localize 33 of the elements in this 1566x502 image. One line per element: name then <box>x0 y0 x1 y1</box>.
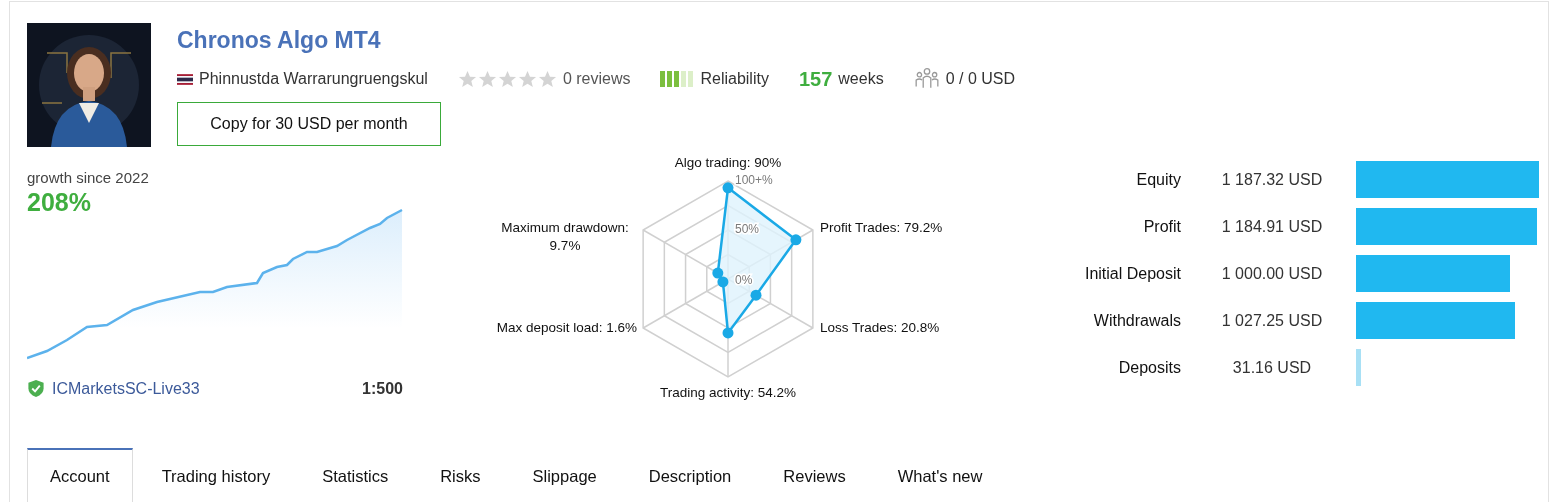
axis-label: Trading activity: 54.2% <box>659 385 797 400</box>
axis-label: Loss Trades: 20.8% <box>820 320 940 335</box>
tab[interactable]: Account <box>27 448 133 502</box>
stat-label: Withdrawals <box>1092 311 1181 330</box>
product-title[interactable]: Chronos Algo MT4 <box>177 27 381 54</box>
copy-button[interactable]: Copy for 30 USD per month <box>177 102 441 146</box>
reliability-label: Reliability <box>700 70 769 88</box>
stat-value: 1 027.25 USD <box>1220 311 1324 330</box>
weeks-label: weeks <box>838 70 884 88</box>
stat-value: 1 000.00 USD <box>1220 264 1324 283</box>
stat-label: Equity <box>1135 170 1181 189</box>
axis-label: Max deposit load: 1.6% <box>496 320 637 335</box>
author-name[interactable]: Phinnustda Warrarungruengskul <box>199 70 428 88</box>
leverage: 1:500 <box>362 379 403 398</box>
stat-label: Deposits <box>1117 358 1181 377</box>
scale-label: 50% <box>735 222 760 236</box>
growth-value: 208% <box>27 188 91 217</box>
stat-value: 1 184.91 USD <box>1220 217 1324 236</box>
stat-label: Profit <box>1142 217 1181 236</box>
axis-label: Profit Trades: 79.2% <box>820 220 943 235</box>
weeks-count: 157 <box>798 67 833 91</box>
axis-label: Maximum drawdown: 9.7% <box>501 220 629 253</box>
axis-label: Algo trading: 90% <box>674 155 782 170</box>
stat-label: Initial Deposit <box>1083 264 1181 283</box>
reviews-count[interactable]: 0 reviews <box>562 70 631 88</box>
scale-label: 100+% <box>735 173 773 187</box>
server-link[interactable]: ICMarketsSC-Live33 <box>52 379 200 398</box>
flag-icon <box>177 73 193 85</box>
stat-value: 1 187.32 USD <box>1220 170 1324 189</box>
subscribers-amount: 0 / 0 USD <box>945 70 1015 88</box>
scale-label: 0% <box>735 273 753 287</box>
stat-value: 31.16 USD <box>1231 358 1313 377</box>
growth-caption: growth since 2022 <box>27 169 149 186</box>
